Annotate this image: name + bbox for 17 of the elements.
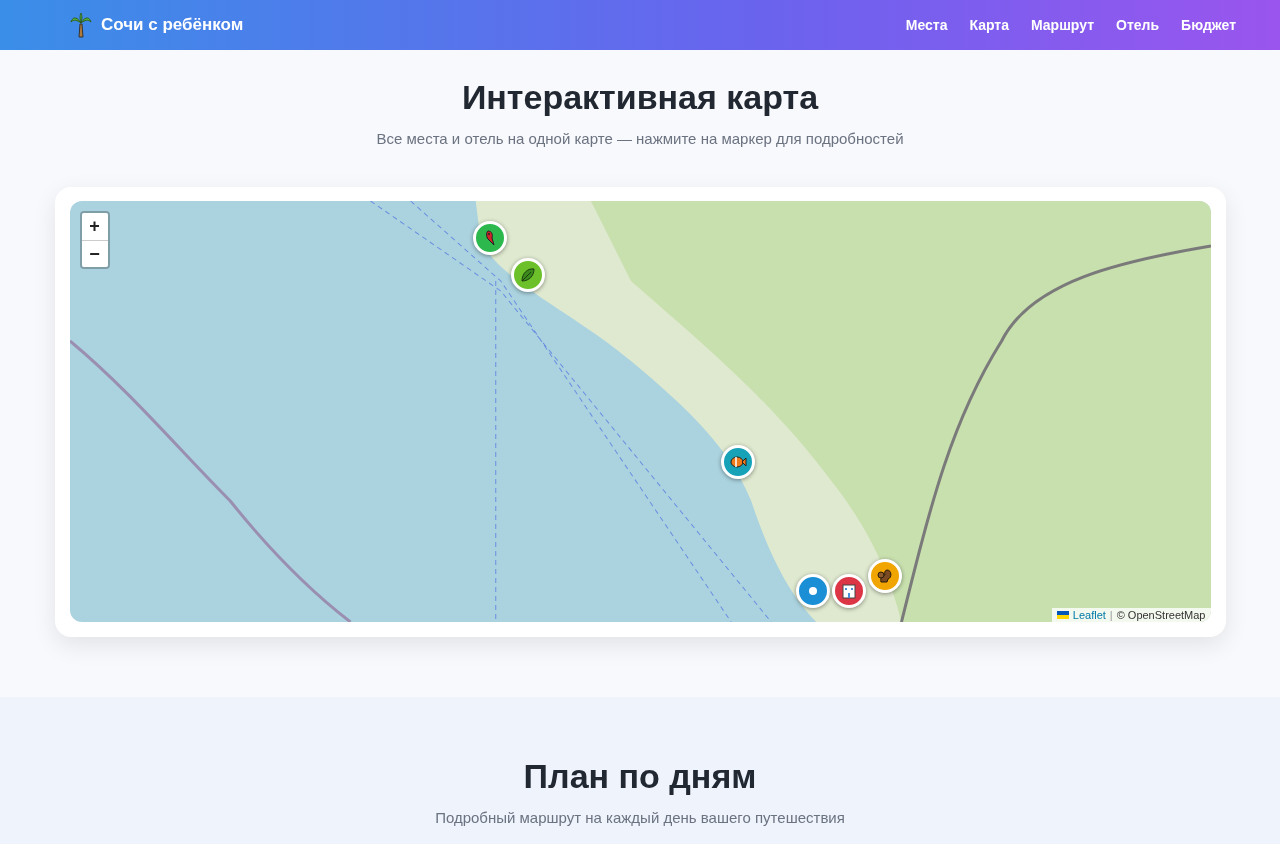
- zoom-out-button[interactable]: −: [81, 240, 108, 267]
- attribution-separator: |: [1109, 609, 1113, 621]
- section-subtitle: Все места и отель на одной карте — нажмите на маркер для подробностей: [376, 130, 904, 147]
- nav-link[interactable]: Отель: [1116, 17, 1160, 33]
- site-logo[interactable]: Сочи с ребёнком: [101, 15, 244, 35]
- section-subtitle: Подробный маршрут на каждый день вашего путешествия: [435, 809, 845, 826]
- section-title: План по дням: [523, 756, 757, 797]
- attribution-text: © OpenStreetMap: [1116, 609, 1206, 621]
- flag-icon: [1056, 611, 1069, 619]
- nav-link[interactable]: Места: [905, 17, 948, 33]
- zoom-in-button[interactable]: +: [81, 213, 108, 240]
- nav-link[interactable]: Карта: [969, 17, 1009, 33]
- nav-link[interactable]: Бюджет: [1181, 17, 1236, 33]
- palm-tree-icon: [70, 12, 92, 38]
- nav-link[interactable]: Маршрут: [1031, 17, 1095, 33]
- leaflet-link[interactable]: Leaflet: [1072, 609, 1106, 621]
- section-title: Интерактивная карта: [461, 77, 819, 118]
